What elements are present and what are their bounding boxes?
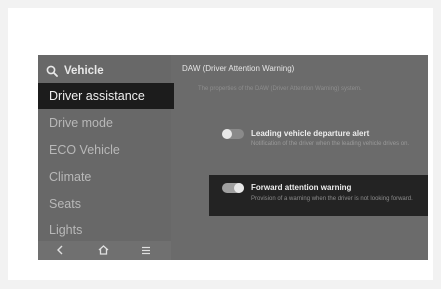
setting-forward-attention-warning[interactable]: Forward attention warning Provision of a… (209, 175, 428, 216)
back-button[interactable] (53, 243, 67, 257)
sidebar-item-lights[interactable]: Lights (38, 217, 171, 239)
menu-icon (142, 246, 150, 254)
back-icon (57, 245, 63, 255)
figure-frame: Vehicle Driver assistance Drive mode ECO… (8, 8, 433, 280)
sidebar: Vehicle Driver assistance Drive mode ECO… (38, 55, 174, 260)
sidebar-item-drive-mode[interactable]: Drive mode (38, 110, 171, 136)
toggle-knob (222, 129, 232, 139)
sidebar-item-seats[interactable]: Seats (38, 191, 171, 217)
bottom-nav-bar (38, 241, 171, 260)
setting-description: Provision of a warning when the driver i… (251, 196, 413, 202)
sidebar-item-driver-assistance[interactable]: Driver assistance (38, 83, 174, 109)
toggle-knob (234, 183, 244, 193)
home-icon (98, 245, 108, 255)
sidebar-item-climate[interactable]: Climate (38, 164, 171, 190)
main-panel: DAW (Driver Attention Warning) The prope… (171, 55, 428, 260)
setting-leading-vehicle-departure-alert[interactable]: Leading vehicle departure alert Notifica… (171, 121, 428, 161)
home-button[interactable] (96, 243, 110, 257)
toggle-switch[interactable] (222, 183, 244, 193)
setting-title: Forward attention warning (251, 183, 352, 192)
infotainment-screen: Vehicle Driver assistance Drive mode ECO… (38, 55, 428, 260)
info-text: The properties of the DAW (Driver Attent… (198, 86, 362, 92)
setting-description: Notification of the driver when the lead… (251, 141, 410, 147)
sidebar-header[interactable]: Vehicle (46, 63, 104, 79)
setting-title: Leading vehicle departure alert (251, 129, 370, 138)
page-title: DAW (Driver Attention Warning) (182, 64, 295, 73)
menu-button[interactable] (139, 243, 153, 257)
sidebar-item-eco-vehicle[interactable]: ECO Vehicle (38, 137, 171, 163)
search-icon (46, 65, 58, 77)
toggle-switch[interactable] (222, 129, 244, 139)
sidebar-title: Vehicle (64, 65, 104, 77)
